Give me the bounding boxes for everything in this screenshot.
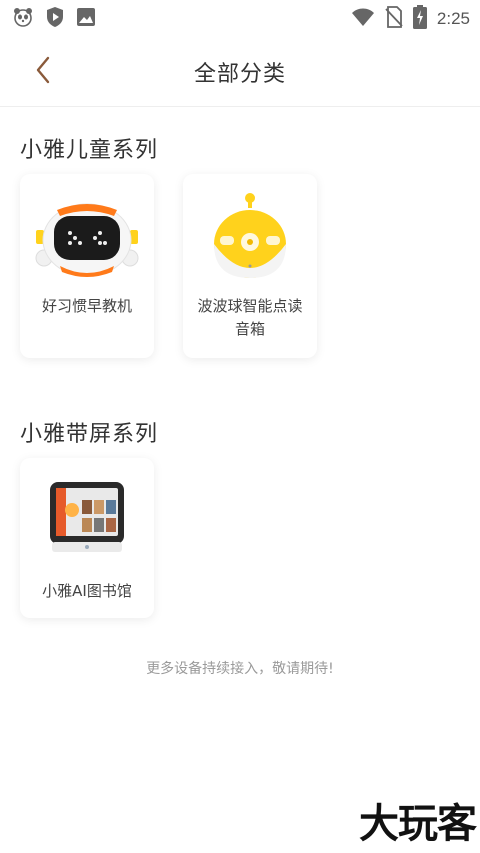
card-xiaoya-ai-library[interactable]: 小雅AI图书馆 bbox=[20, 458, 154, 618]
footer-note: 更多设备持续接入，敬请期待! bbox=[146, 661, 334, 677]
status-bar: 2:25 bbox=[0, 0, 480, 34]
status-left bbox=[12, 6, 96, 32]
play-protect-icon bbox=[46, 6, 64, 32]
wifi-icon bbox=[351, 7, 375, 31]
battery-charging-icon bbox=[412, 5, 427, 33]
no-sim-icon bbox=[385, 6, 403, 32]
card-label: 小雅AI图书馆 bbox=[42, 582, 132, 600]
title-bar: 全部分类 bbox=[0, 34, 480, 107]
page-title: 全部分类 bbox=[193, 62, 286, 87]
section-title-screen: 小雅带屏系列 bbox=[20, 422, 159, 447]
image-icon bbox=[76, 7, 96, 31]
card-label: 波波球智能点读音箱 bbox=[197, 297, 303, 338]
robot-speaker-image bbox=[32, 200, 142, 284]
panda-icon bbox=[12, 6, 34, 32]
card-label: 好习惯早教机 bbox=[41, 297, 132, 315]
screen-device-image bbox=[48, 480, 126, 558]
section-title-kids: 小雅儿童系列 bbox=[20, 138, 159, 163]
status-time: 2:25 bbox=[436, 9, 470, 28]
status-right: 2:25 bbox=[351, 5, 470, 33]
watermark-logo: 大玩客 bbox=[359, 800, 477, 847]
card-good-habits-early-learning[interactable]: 好习惯早教机 bbox=[20, 174, 154, 358]
card-bobo-ball-speaker[interactable]: 波波球智能点读音箱 bbox=[183, 174, 317, 358]
yellow-ball-speaker-image bbox=[210, 192, 290, 284]
